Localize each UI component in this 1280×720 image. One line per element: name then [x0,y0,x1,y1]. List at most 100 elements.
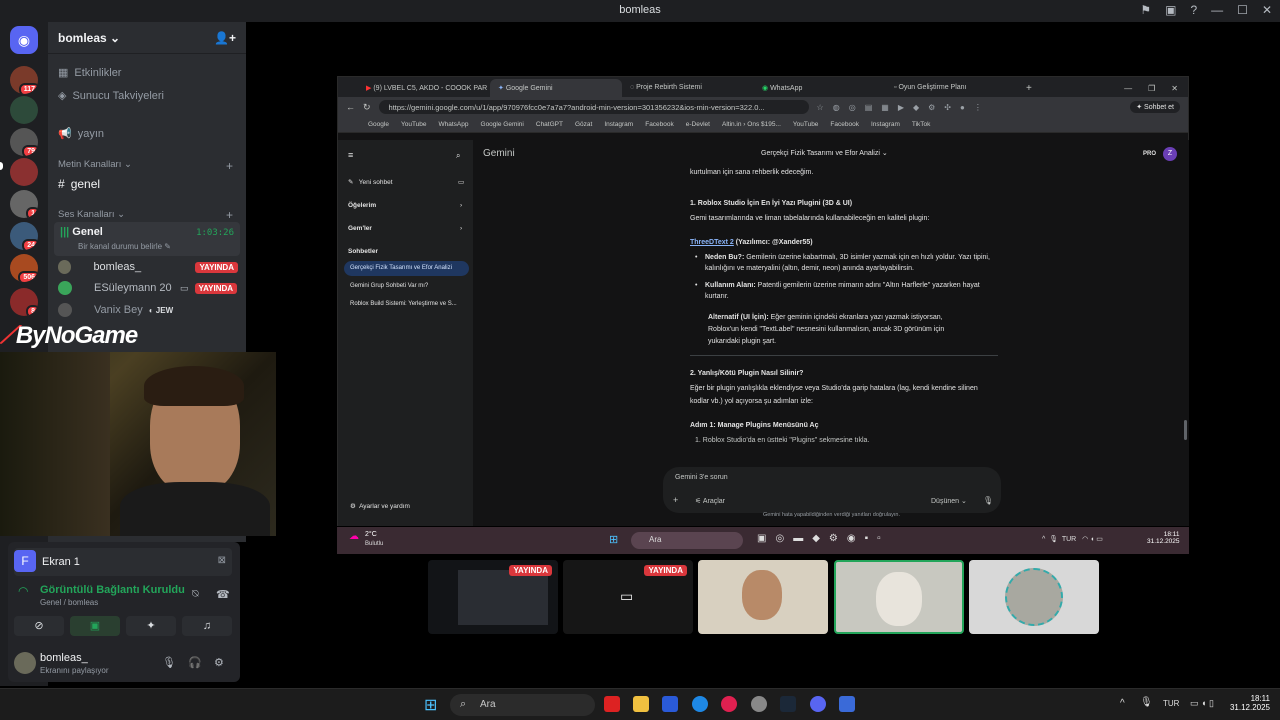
bookmark[interactable]: Gözat [575,121,592,128]
account-avatar[interactable]: Z [1163,147,1177,161]
puzzle-icon[interactable]: ✣ [944,103,951,112]
search-icon[interactable]: ⌕ [456,151,460,161]
edge-icon[interactable]: ◎ [775,533,784,544]
chat-button[interactable]: ✦ Sohbet et [1130,101,1180,113]
extension-icon[interactable]: ◆ [913,103,919,112]
menu-icon[interactable]: ⋮ [974,103,982,112]
stream-tile[interactable]: YAYINDA [428,560,558,634]
scrollbar-thumb[interactable] [1184,420,1187,440]
server-icon[interactable] [10,96,38,124]
lang-indicator[interactable]: TUR [1062,536,1076,543]
camera-tile[interactable] [698,560,828,634]
server-icon[interactable]: 24 [10,222,38,250]
reload-icon[interactable]: ↻ [363,102,371,113]
add-member-icon[interactable]: 👤+ [214,31,236,45]
screen-share-preview[interactable]: F Ekran 1 ⊠ [14,548,232,576]
bookmark[interactable]: Google Gemini [481,121,524,128]
lang-indicator[interactable]: TUR [1163,699,1179,708]
settings-link[interactable]: ⚙ Ayarlar ve yardım [350,502,410,510]
add-channel-icon[interactable]: + [226,159,233,173]
minimize-icon[interactable]: — [1211,3,1223,17]
voice-category[interactable]: Ses Kanalları ⌄ [58,209,125,220]
steam-icon[interactable] [780,696,796,712]
chat-item[interactable]: Gemini Grup Sohbeti Var mı? [350,283,428,289]
browser-tab[interactable]: ▫ Oyun Geliştirme Planı [886,79,1018,97]
browser-tab[interactable]: ◌ Proje Rebirth Sistemi [622,79,754,97]
bookmark[interactable]: ChatGPT [536,121,563,128]
app-icon[interactable]: ▪ [865,533,869,544]
settings-gear-icon[interactable]: ⚙ [214,656,224,669]
bookmark[interactable]: WhatsApp [439,121,469,128]
explorer-icon[interactable]: ▬ [793,533,803,544]
browser-tab-active[interactable]: ✦ Google Gemini [490,79,622,97]
mode-selector[interactable]: Düşünen ⌄ [931,497,967,505]
clock-time[interactable]: 18:11 [1147,531,1180,538]
extension-icon[interactable]: ⚙ [928,103,935,112]
app-icon[interactable] [839,696,855,712]
server-header[interactable]: bomleas ⌄ 👤+ [48,22,246,54]
app-icon[interactable] [751,696,767,712]
new-chat-button[interactable]: ✎ Yeni sohbet [348,178,393,186]
noise-suppression-icon[interactable]: ⍉ [192,588,199,601]
microphone-icon[interactable]: 🎙 [162,656,176,669]
chat-item[interactable]: Roblox Build Sistemi: Yerleştirme ve S..… [350,301,457,307]
inbox-icon[interactable]: ⚑ [1140,3,1151,17]
bookmark[interactable]: Facebook [645,121,674,128]
channel-status[interactable]: Bir kanal durumu belirle [78,242,162,251]
minimize-icon[interactable]: — [1124,84,1132,93]
mic-icon[interactable]: 🎙 [1049,536,1058,543]
bookmark[interactable]: YouTube [401,121,427,128]
disconnect-icon[interactable]: ☎ [216,588,230,601]
clock-date[interactable]: 31.12.2025 [1147,538,1180,545]
stream-tile[interactable]: ▭ YAYINDA [563,560,693,634]
server-icon[interactable]: 117 [10,66,38,94]
new-tab-icon[interactable]: + [1018,80,1040,97]
discord-home-icon[interactable]: ◉ [10,26,38,54]
bookmark[interactable]: Facebook [830,121,859,128]
help-icon[interactable]: ? [1190,3,1197,17]
mic-icon[interactable]: 🎙 [983,496,993,505]
server-icon[interactable]: 79 [10,128,38,156]
profile-icon[interactable]: ● [960,103,965,112]
taskview-icon[interactable]: ▣ [757,533,766,544]
camera-tile-speaking[interactable] [834,560,964,634]
bookmark[interactable]: Google [368,121,389,128]
close-icon[interactable]: ✕ [1262,3,1272,17]
extension-icon[interactable]: ◍ [833,103,840,112]
voice-member[interactable]: ESüleymann 20 ▭ YAYINDA [58,281,238,295]
close-icon[interactable]: ✕ [1171,84,1178,93]
media-icon[interactable] [721,696,737,712]
mic-icon[interactable]: 🎙 [1140,697,1153,708]
app-icon[interactable]: ▫ [877,533,881,544]
voice-channel-active[interactable]: ||| Genel 1:03:26 Bir kanal durumu belir… [54,222,240,256]
tray-overflow-icon[interactable]: ^ [1120,698,1125,709]
user-avatar[interactable] [14,652,36,674]
discord-icon[interactable]: ◉ [847,533,856,544]
hamburger-menu-icon[interactable]: ≡ [348,150,353,160]
app-icon[interactable]: ◆ [812,533,820,544]
connection-status[interactable]: Görüntülü Bağlantı Kuruldu [40,584,185,596]
extension-icon[interactable]: ▤ [865,103,873,112]
channel-genel[interactable]: # genel [58,177,100,191]
bookmark[interactable]: Instagram [604,121,633,128]
my-items-link[interactable]: Öğelerim [348,202,376,209]
back-icon[interactable]: ← [346,102,355,112]
server-icon[interactable]: 8 [10,288,38,316]
browser-tab[interactable]: ◉ WhatsApp [754,79,886,97]
conversation-title[interactable]: Gerçekçi Fizik Tasarımı ve Efor Analizi … [761,148,888,159]
gemini-brand[interactable]: Gemini [483,148,515,159]
events-item[interactable]: ▦ Etkinlikler [58,66,121,80]
app-icon[interactable]: ⚙ [829,533,838,544]
start-icon[interactable]: ⊞ [424,695,437,715]
restore-icon[interactable]: ❐ [1148,84,1155,93]
plugin-link[interactable]: ThreeDText 2 [690,239,734,246]
discord-icon[interactable] [810,696,826,712]
stop-stream-button[interactable]: ▣ [70,616,120,636]
maximize-icon[interactable]: ☐ [1237,3,1248,17]
opera-icon[interactable] [604,696,620,712]
activities-button[interactable]: ✦ [126,616,176,636]
bookmark[interactable]: Instagram [871,121,900,128]
gems-link[interactable]: Gem'ler [348,225,372,232]
voice-member[interactable]: bomleas_ YAYINDA [58,260,238,274]
avatar-tile[interactable] [969,560,1099,634]
